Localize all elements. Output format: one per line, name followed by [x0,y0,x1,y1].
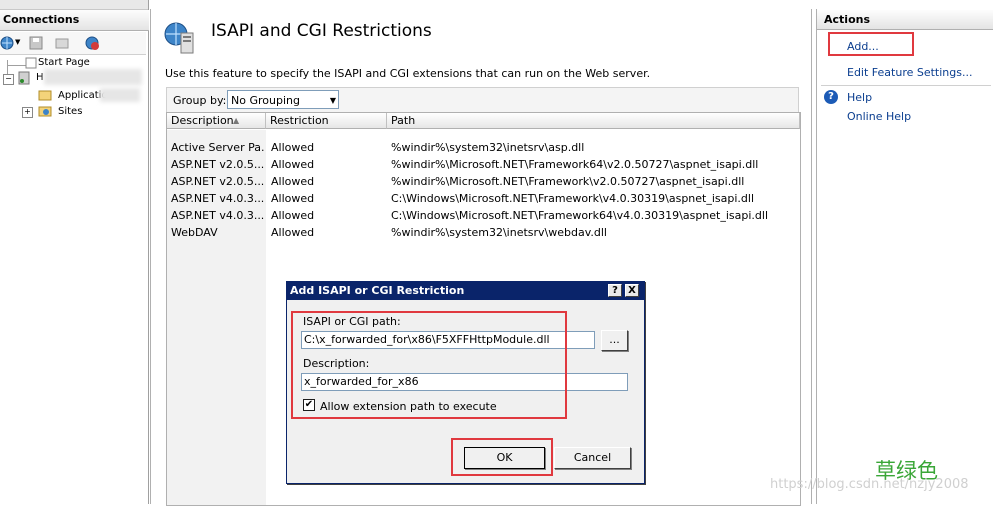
sort-ascending-icon: ▲ [233,116,240,125]
dialog-help-button[interactable]: ? [608,284,622,297]
tree-item-start-page[interactable]: Start Page [38,57,90,68]
cell-restriction: Allowed [271,209,315,222]
column-header-description[interactable]: Description ▲ [167,113,266,129]
annotation-box-fields [291,311,567,419]
cell-path: C:\Windows\Microsoft.NET\Framework\v4.0.… [391,192,755,205]
chevron-down-icon[interactable]: ▼ [15,38,20,46]
cell-restriction: Allowed [271,141,315,154]
isapi-feature-icon [164,22,194,54]
help-icon: ? [824,90,838,104]
cell-description: WebDAV [171,226,218,239]
actions-header: Actions [817,10,993,30]
table-row[interactable]: ASP.NET v2.0.5... Allowed %windir%\Micro… [167,157,800,174]
divider [821,85,991,86]
cell-description: ASP.NET v4.0.3... [171,192,265,205]
cancel-button[interactable]: Cancel [554,447,631,469]
cell-description: ASP.NET v4.0.3... [171,209,265,222]
application-pools-icon [38,90,52,101]
actions-pane: Actions Add... Edit Feature Settings... … [816,9,993,504]
group-by-bar: Group by: No Grouping ▼ [166,87,799,114]
edit-feature-settings-link[interactable]: Edit Feature Settings... [847,66,972,79]
feature-description: Use this feature to specify the ISAPI an… [165,67,651,80]
connections-header: Connections [0,10,149,31]
cell-restriction: Allowed [271,158,315,171]
cell-path: C:\Windows\Microsoft.NET\Framework64\v4.… [391,209,769,222]
start-page-icon [25,57,37,69]
connections-toolbar [0,32,146,55]
collapse-icon[interactable]: − [3,74,14,85]
cell-restriction: Allowed [271,192,315,205]
cell-description: ASP.NET v2.0.5... [171,158,265,171]
chevron-down-icon: ▼ [329,96,336,105]
cell-description: ASP.NET v2.0.5... [171,175,265,188]
server-icon [18,71,30,85]
disconnect-icon[interactable] [84,35,100,51]
cell-description: Active Server Pa... [171,141,265,154]
dialog-title-bar: Add ISAPI or CGI Restriction [287,282,644,300]
cell-path: %windir%\Microsoft.NET\Framework\v2.0.50… [391,175,745,188]
top-strip [0,0,148,10]
group-by-value: No Grouping [231,94,300,107]
tree-item-server[interactable]: H [36,72,44,83]
dialog-close-button[interactable]: X [625,284,639,297]
expand-icon[interactable]: + [22,107,33,118]
group-by-select[interactable]: No Grouping ▼ [227,90,339,109]
connections-pane: Connections ▼ Start Page − H Applicatio … [0,0,149,504]
dialog-title: Add ISAPI or CGI Restriction [290,284,465,297]
tree-item-sites[interactable]: Sites [58,106,82,117]
column-header-path[interactable]: Path [387,113,800,129]
redacted-text [100,88,140,102]
cell-path: %windir%\system32\inetsrv\webdav.dll [391,226,607,239]
cell-restriction: Allowed [271,226,315,239]
browse-button[interactable]: ... [601,330,628,351]
column-header-restriction[interactable]: Restriction [266,113,387,129]
online-help-link[interactable]: Online Help [847,110,911,123]
help-link[interactable]: Help [847,91,872,104]
sites-icon [38,106,52,117]
table-row[interactable]: ASP.NET v4.0.3... Allowed C:\Windows\Mic… [167,191,800,208]
watermark-url: https://blog.csdn.net/nzjy2008 [770,477,969,492]
cell-path: %windir%\Microsoft.NET\Framework64\v2.0.… [391,158,759,171]
annotation-box-add [828,32,914,56]
table-row[interactable]: WebDAV Allowed %windir%\system32\inetsrv… [167,225,800,242]
annotation-box-ok [451,438,553,476]
connect-globe-icon[interactable] [0,35,16,51]
table-row[interactable]: ASP.NET v4.0.3... Allowed C:\Windows\Mic… [167,208,800,225]
folder-icon[interactable] [54,35,70,51]
group-by-label: Group by: [173,94,227,107]
page-title: ISAPI and CGI Restrictions [211,21,432,41]
cell-restriction: Allowed [271,175,315,188]
save-icon[interactable] [28,35,44,51]
table-row[interactable]: Active Server Pa... Allowed %windir%\sys… [167,140,800,157]
cell-path: %windir%\system32\inetsrv\asp.dll [391,141,585,154]
table-row[interactable]: ASP.NET v2.0.5... Allowed %windir%\Micro… [167,174,800,191]
redacted-server-name [44,69,142,85]
